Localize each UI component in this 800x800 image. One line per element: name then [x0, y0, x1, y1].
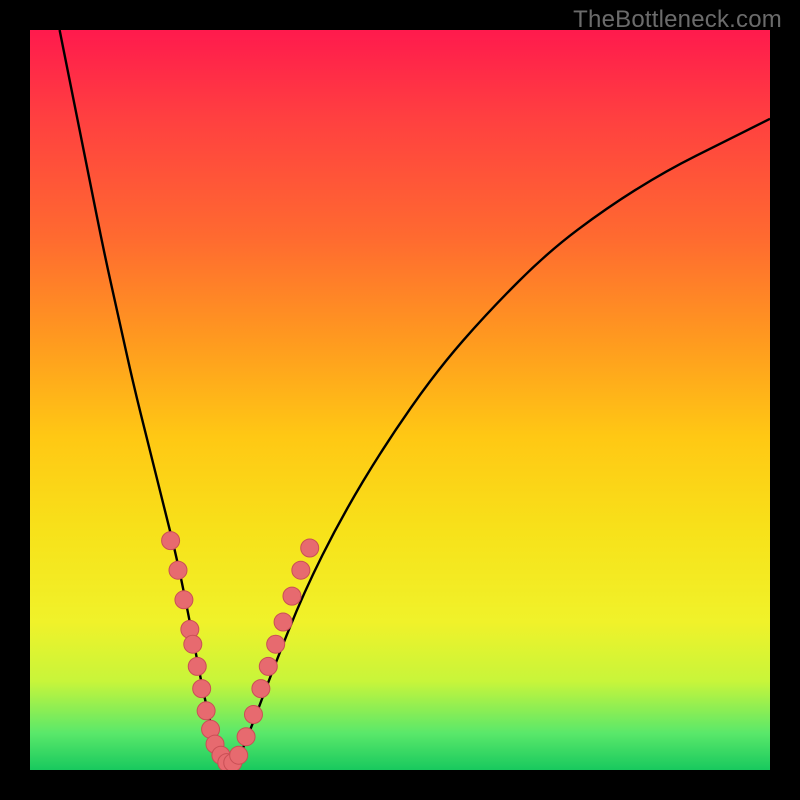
marker-cluster	[162, 532, 319, 770]
marker-point	[175, 591, 193, 609]
marker-point	[244, 706, 262, 724]
marker-point	[283, 587, 301, 605]
chart-svg	[30, 30, 770, 770]
marker-point	[301, 539, 319, 557]
marker-point	[259, 657, 277, 675]
marker-point	[267, 635, 285, 653]
marker-point	[169, 561, 187, 579]
marker-point	[184, 635, 202, 653]
marker-point	[252, 680, 270, 698]
marker-point	[197, 702, 215, 720]
chart-frame: TheBottleneck.com	[0, 0, 800, 800]
marker-point	[162, 532, 180, 550]
marker-point	[292, 561, 310, 579]
plot-area	[30, 30, 770, 770]
marker-point	[193, 680, 211, 698]
bottleneck-curve	[60, 30, 770, 768]
marker-point	[237, 728, 255, 746]
marker-point	[274, 613, 292, 631]
marker-point	[188, 657, 206, 675]
marker-point	[230, 746, 248, 764]
